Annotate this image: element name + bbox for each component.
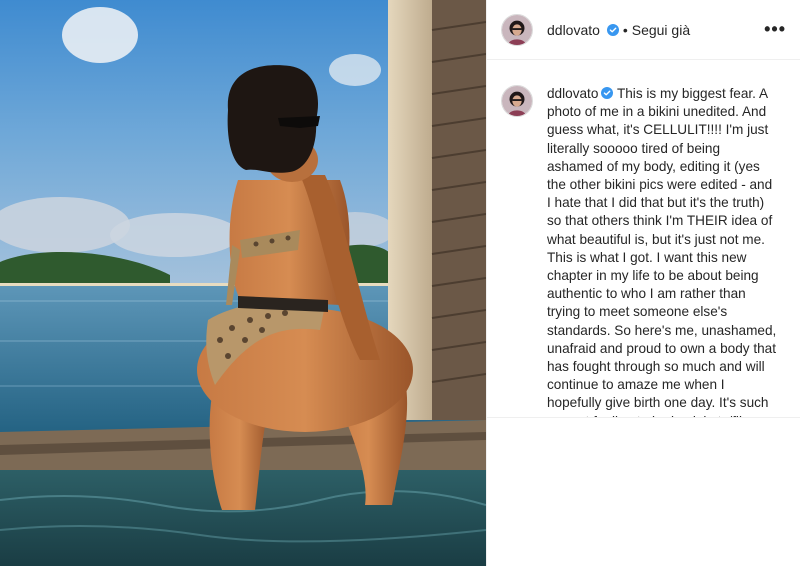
avatar[interactable] — [501, 13, 533, 46]
instagram-post: ddlovato • Segui già ••• ddlovato This i… — [0, 0, 800, 566]
follow-status-button[interactable]: Segui già — [632, 22, 690, 38]
verified-badge-icon — [606, 23, 619, 36]
separator-dot: • — [622, 21, 628, 38]
photo-image — [0, 0, 486, 566]
more-options-icon[interactable]: ••• — [764, 19, 786, 40]
caption-avatar[interactable] — [501, 85, 533, 117]
comments-area[interactable]: ddlovato This is my biggest fear. A phot… — [487, 61, 800, 417]
post-side-panel: ddlovato • Segui già ••• ddlovato This i… — [486, 0, 800, 566]
avatar-image — [502, 86, 532, 116]
post-photo[interactable] — [0, 0, 486, 566]
caption-username[interactable]: ddlovato — [547, 86, 598, 101]
panel-divider — [487, 417, 800, 418]
post-header: ddlovato • Segui già ••• — [487, 0, 800, 60]
caption-body: This is my biggest fear. A photo of me i… — [547, 86, 777, 417]
username[interactable]: ddlovato — [547, 22, 619, 38]
verified-badge-icon — [601, 87, 614, 99]
username-text[interactable]: ddlovato — [547, 22, 600, 38]
caption-text: ddlovato This is my biggest fear. A phot… — [547, 85, 779, 417]
caption: ddlovato This is my biggest fear. A phot… — [501, 85, 786, 417]
avatar-image — [502, 14, 532, 45]
